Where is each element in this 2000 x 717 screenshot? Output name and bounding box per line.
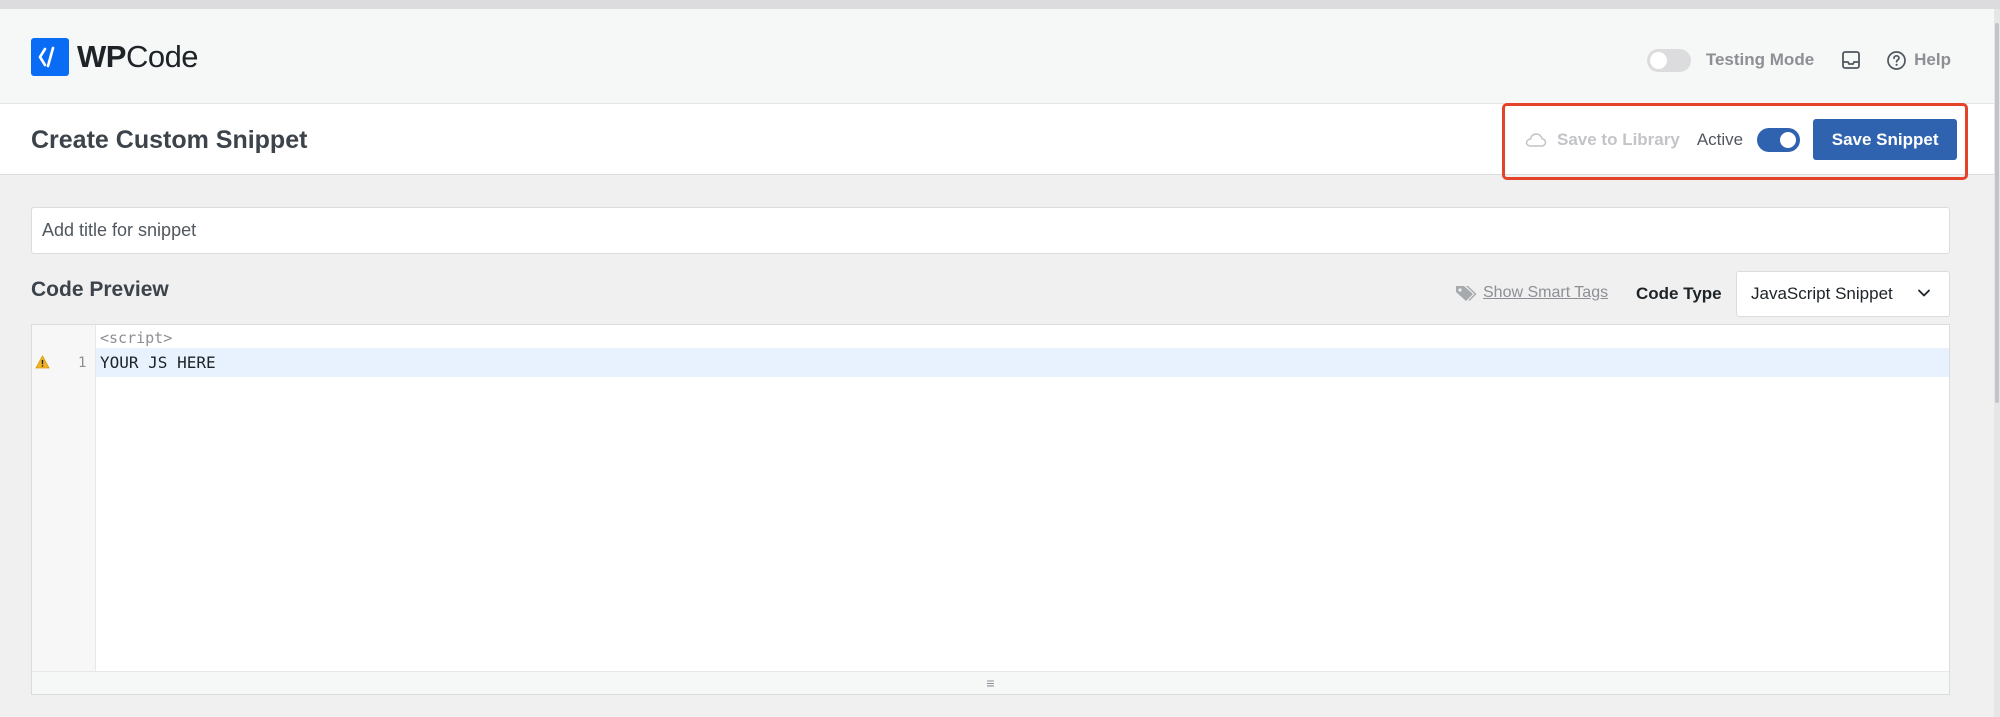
line-number: 1	[78, 355, 87, 371]
testing-mode-label: Testing Mode	[1705, 50, 1815, 69]
show-smart-tags-label: Show Smart Tags	[1483, 284, 1609, 301]
help-circle-icon	[1886, 50, 1907, 71]
code-type-select[interactable]: JavaScript Snippet	[1736, 271, 1950, 317]
brand-name-regular: Code	[125, 39, 199, 74]
top-header: WPCode Testing Mode Help	[0, 9, 1994, 104]
snippet-title-input[interactable]: Add title for snippet	[31, 207, 1950, 254]
page-scrollbar[interactable]	[1994, 9, 2000, 717]
brand-name-bold: WP	[77, 39, 126, 74]
code-type-value: JavaScript Snippet	[1751, 284, 1893, 303]
save-snippet-button[interactable]: Save Snippet	[1813, 119, 1958, 160]
header-controls: Testing Mode Help	[1646, 45, 1951, 75]
page-title: Create Custom Snippet	[31, 126, 308, 154]
save-to-library-button[interactable]: Save to Library	[1557, 130, 1680, 150]
editor-resize-handle[interactable]: ≡	[32, 671, 1949, 694]
active-line-highlight	[96, 348, 1949, 377]
admin-bar	[0, 0, 2000, 9]
testing-mode-toggle[interactable]	[1646, 48, 1691, 72]
inbox-icon[interactable]	[1840, 49, 1862, 71]
wpcode-logo-icon	[31, 38, 69, 76]
editor-gutter	[32, 325, 96, 671]
code-line[interactable]: YOUR JS HERE	[100, 353, 216, 372]
tag-icon	[1454, 283, 1478, 303]
code-preview-heading: Code Preview	[31, 278, 169, 301]
help-label: Help	[1914, 50, 1951, 69]
wpcode-logo[interactable]: WPCode	[31, 38, 199, 76]
active-toggle[interactable]	[1757, 127, 1801, 152]
code-editor[interactable]: <script> 1 YOUR JS HERE ≡	[31, 324, 1950, 695]
scrollbar-thumb[interactable]	[1995, 23, 1999, 403]
code-type-label: Code Type	[1636, 284, 1722, 303]
help-link[interactable]: Help	[1886, 50, 1951, 71]
chevron-down-icon	[1917, 288, 1931, 298]
script-open-tag: <script>	[100, 329, 173, 347]
cloud-icon	[1525, 132, 1547, 148]
snippet-actions: Save to Library Active Save Snippet	[1525, 119, 1958, 160]
show-smart-tags-link[interactable]: Show Smart Tags	[1454, 283, 1608, 303]
active-label: Active	[1696, 129, 1744, 149]
brand-name: WPCode	[77, 39, 199, 75]
warning-icon	[35, 355, 50, 369]
